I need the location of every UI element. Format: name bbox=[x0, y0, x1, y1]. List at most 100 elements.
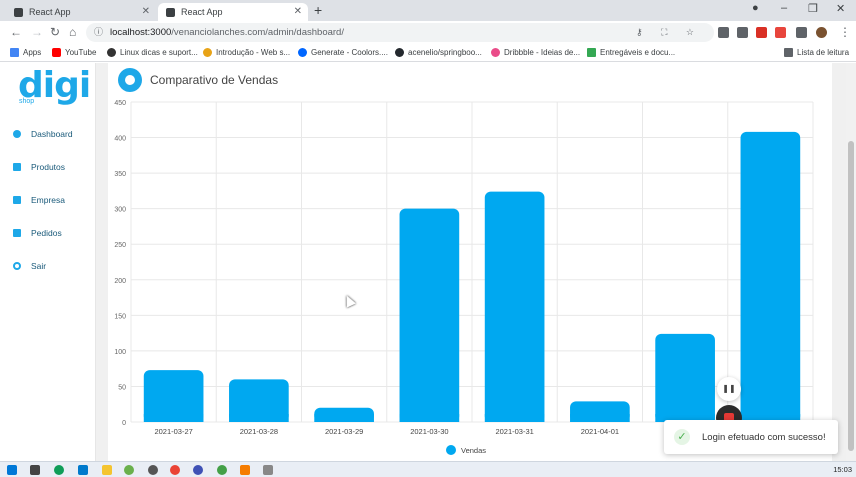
sidebar-item-produtos[interactable]: Produtos bbox=[13, 162, 65, 172]
reload-icon[interactable]: ↻ bbox=[50, 25, 60, 39]
check-icon: ✓ bbox=[674, 429, 690, 445]
bookmark-coolors[interactable]: Generate - Coolors.... bbox=[298, 48, 388, 57]
page-icon bbox=[203, 48, 212, 57]
page-icon bbox=[107, 48, 116, 57]
bookmark-linux[interactable]: Linux dicas e suport... bbox=[107, 48, 198, 57]
bookmark-apps[interactable]: Apps bbox=[10, 48, 41, 57]
close-icon[interactable]: ✕ bbox=[142, 6, 150, 17]
file-explorer-icon[interactable] bbox=[102, 465, 112, 475]
x-tick-label: 2021-04-01 bbox=[581, 427, 619, 436]
new-tab-icon[interactable]: + bbox=[314, 2, 322, 18]
bar bbox=[655, 333, 715, 422]
youtube-icon bbox=[52, 48, 61, 57]
info-icon[interactable]: ⓘ bbox=[94, 23, 103, 42]
bar bbox=[740, 131, 801, 422]
scrollbar-thumb[interactable] bbox=[848, 141, 854, 451]
y-tick-label: 250 bbox=[114, 242, 126, 249]
task-view-icon[interactable] bbox=[30, 465, 40, 475]
minimize-icon[interactable]: – bbox=[781, 2, 787, 14]
url-path: /venanciolanches.com/admin/dashboard/ bbox=[171, 27, 344, 38]
home-icon[interactable]: ⌂ bbox=[69, 25, 76, 39]
extension-icon[interactable] bbox=[756, 27, 767, 38]
app-icon[interactable] bbox=[217, 465, 227, 475]
drive-icon bbox=[587, 48, 596, 57]
extension-icon[interactable] bbox=[775, 27, 786, 38]
page-scrollbar[interactable] bbox=[846, 63, 856, 461]
app-icon[interactable] bbox=[240, 465, 250, 475]
reading-list[interactable]: Lista de leitura bbox=[784, 48, 849, 57]
y-tick-label: 50 bbox=[118, 384, 126, 391]
edge-icon[interactable] bbox=[54, 465, 64, 475]
sales-bar-chart: 0 50 100 150 200 250 300 350 400 450 2021-03-27 202… bbox=[114, 100, 814, 455]
chrome-icon[interactable] bbox=[170, 465, 180, 475]
orders-icon bbox=[13, 229, 21, 237]
sidebar-item-dashboard[interactable]: Dashboard bbox=[13, 129, 73, 139]
bar bbox=[399, 208, 460, 422]
y-tick-label: 150 bbox=[114, 313, 126, 320]
sidebar-item-pedidos[interactable]: Pedidos bbox=[13, 228, 62, 238]
y-tick-label: 100 bbox=[114, 349, 126, 356]
url-host: localhost:3000 bbox=[110, 27, 172, 38]
avatar[interactable] bbox=[816, 27, 827, 38]
legend-label: Vendas bbox=[461, 446, 486, 455]
sidebar-item-sair[interactable]: Sair bbox=[13, 261, 46, 271]
y-tick-label: 0 bbox=[122, 420, 126, 427]
x-tick-label: 2021-03-28 bbox=[240, 427, 278, 436]
app-icon[interactable] bbox=[263, 465, 273, 475]
bookmarks-bar: Apps YouTube Linux dicas e suport... Int… bbox=[0, 44, 856, 62]
sidebar-item-empresa[interactable]: Empresa bbox=[13, 195, 65, 205]
vscode-icon[interactable] bbox=[78, 465, 88, 475]
reading-list-icon bbox=[784, 48, 793, 57]
bookmark-introducao[interactable]: Introdução - Web s... bbox=[203, 48, 290, 57]
profile-menu-icon[interactable]: ● bbox=[752, 2, 759, 14]
toast-message: Login efetuado com sucesso! bbox=[702, 432, 826, 443]
bar-base bbox=[143, 414, 204, 422]
windows-start-icon[interactable] bbox=[7, 465, 17, 475]
extension-icon[interactable] bbox=[737, 27, 748, 38]
puzzle-icon[interactable] bbox=[796, 27, 807, 38]
x-tick-label: 2021-03-31 bbox=[495, 427, 533, 436]
react-icon bbox=[14, 7, 23, 17]
app-icon[interactable] bbox=[124, 465, 134, 475]
bookmark-drive[interactable]: Entregáveis e docu... bbox=[587, 48, 675, 57]
sidebar-item-label: Produtos bbox=[31, 162, 66, 172]
window-close-icon[interactable]: ✕ bbox=[836, 2, 845, 15]
x-tick-label: 2021-03-30 bbox=[410, 427, 448, 436]
bar-base bbox=[484, 414, 545, 422]
browser-toolbar: ← → ↻ ⌂ ⓘ localhost:3000/venanciolanches… bbox=[0, 21, 856, 44]
close-icon[interactable]: ✕ bbox=[294, 6, 302, 17]
legend-swatch bbox=[446, 445, 456, 455]
sidebar-item-label: Dashboard bbox=[31, 129, 73, 139]
y-tick-label: 200 bbox=[114, 278, 126, 285]
browser-tab[interactable]: React App ✕ bbox=[6, 3, 156, 21]
forward-icon[interactable]: → bbox=[31, 25, 43, 39]
bookmark-dribbble[interactable]: Dribbble - Ideias de... bbox=[491, 48, 580, 57]
page-content: digi shop Dashboard Produtos Empresa Ped… bbox=[0, 63, 856, 461]
y-tick-label: 350 bbox=[114, 171, 126, 178]
bar-base bbox=[570, 414, 630, 422]
bookmark-github[interactable]: acenelio/springboo... bbox=[395, 48, 482, 57]
settings-icon[interactable] bbox=[148, 465, 158, 475]
bar-base bbox=[314, 414, 374, 422]
omnibox-actions[interactable]: ⚷ ⛶ ☆ bbox=[636, 23, 702, 42]
address-bar[interactable]: ⓘ localhost:3000/venanciolanches.com/adm… bbox=[86, 23, 714, 42]
bar-base bbox=[399, 414, 460, 422]
bookmark-youtube[interactable]: YouTube bbox=[52, 48, 96, 57]
taskbar-clock: 15:03 bbox=[833, 465, 852, 474]
windows-taskbar: 15:03 bbox=[0, 461, 856, 477]
kebab-menu-icon[interactable]: ⋮ bbox=[839, 25, 851, 39]
success-toast[interactable]: ✓ Login efetuado com sucesso! bbox=[664, 420, 838, 454]
browser-tab-active[interactable]: React App ✕ bbox=[158, 3, 308, 21]
pause-recording-button[interactable]: ❚❚ bbox=[717, 377, 741, 401]
dashboard-icon bbox=[13, 130, 21, 138]
apps-grid-icon bbox=[10, 48, 19, 57]
browser-tab-bar: React App ✕ React App ✕ + ● – ❐ ✕ bbox=[0, 0, 856, 21]
maximize-icon[interactable]: ❐ bbox=[808, 2, 818, 15]
sales-chart-card: Comparativo de Vendas 0 50 100 150 200 250 300… bbox=[108, 63, 832, 461]
y-tick-label: 400 bbox=[114, 136, 126, 143]
back-icon[interactable]: ← bbox=[10, 25, 22, 39]
extension-icon[interactable] bbox=[718, 27, 729, 38]
coolors-icon bbox=[298, 48, 307, 57]
bar-base bbox=[229, 414, 289, 422]
app-icon[interactable] bbox=[193, 465, 203, 475]
